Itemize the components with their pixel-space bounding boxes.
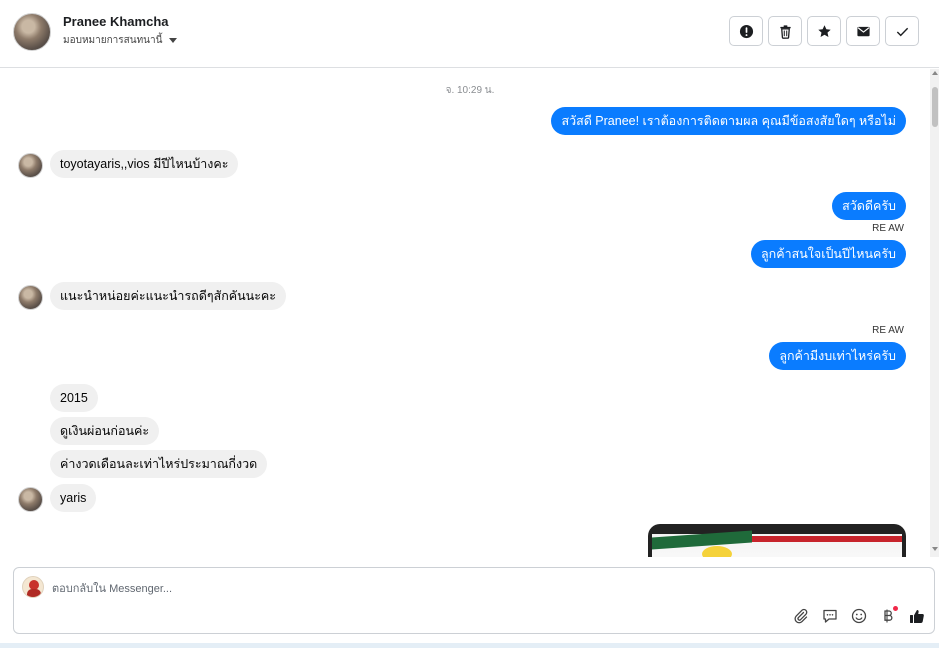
bottom-edge (0, 643, 939, 648)
trash-icon (779, 24, 791, 39)
incoming-message[interactable]: toyotayaris,,vios มีปีไหนบ้างคะ (50, 150, 239, 178)
star-button[interactable] (807, 16, 841, 46)
sender-label: RE AW (872, 223, 904, 234)
contact-avatar-small[interactable] (18, 487, 43, 512)
like-button[interactable] (908, 607, 926, 625)
assign-label: มอบหมายการสนทนานี้ (63, 35, 163, 46)
outgoing-message[interactable]: สวัดดีครับ (832, 192, 906, 220)
message-thread[interactable]: จ. 10:29 น. สวัสดี Pranee! เราต้องการติด… (0, 69, 930, 557)
thumbs-up-icon (910, 610, 924, 623)
image-attachment[interactable] (648, 524, 906, 557)
attachment-graphic (702, 546, 732, 557)
contact-avatar-small[interactable] (18, 285, 43, 310)
incoming-message[interactable]: yaris (50, 484, 97, 512)
attachment-graphic (752, 536, 902, 542)
outgoing-message[interactable]: ลูกค้ามีงบเท่าไหร่ครับ (769, 342, 906, 370)
scroll-up-arrow[interactable] (932, 71, 938, 75)
payment-button[interactable] (879, 606, 898, 625)
header-actions (729, 16, 919, 46)
contact-name[interactable]: Pranee Khamcha (63, 14, 169, 29)
assign-conversation-dropdown[interactable]: มอบหมายการสนทนานี้ (63, 33, 178, 48)
notification-dot (893, 606, 898, 611)
emoji-button[interactable] (850, 607, 868, 625)
incoming-message[interactable]: ค่างวดเดือนละเท่าไหร่ประมาณกี่งวด (50, 450, 268, 478)
incoming-message[interactable]: ดูเงินผ่อนก่อนค่ะ (50, 417, 160, 445)
outgoing-message[interactable]: สวัสดี Pranee! เราต้องการติดตามผล คุณมีข… (551, 107, 906, 135)
message-timestamp: จ. 10:29 น. (445, 85, 495, 96)
mark-done-button[interactable] (885, 16, 919, 46)
delete-button[interactable] (768, 16, 802, 46)
contact-avatar-small[interactable] (18, 153, 43, 178)
composer-toolbar (792, 606, 926, 625)
scroll-down-arrow[interactable] (932, 547, 938, 551)
thread-scrollbar[interactable] (930, 69, 939, 557)
reply-input[interactable] (52, 581, 852, 597)
attachment-graphic (652, 530, 752, 550)
contact-avatar[interactable] (13, 13, 51, 51)
outgoing-message[interactable]: ลูกค้าสนใจเป็นปีไหนครับ (751, 240, 906, 268)
page-avatar-graphic (27, 589, 41, 597)
sender-label: RE AW (872, 325, 904, 336)
paperclip-icon (794, 608, 808, 624)
incoming-message[interactable]: แนะนำหน่อยค่ะแนะนำรถดีๆสักคันนะคะ (50, 282, 287, 310)
smiley-icon (851, 608, 867, 624)
check-icon (896, 27, 908, 36)
envelope-icon (856, 26, 870, 36)
chat-bubble-icon (823, 609, 837, 623)
report-button[interactable] (729, 16, 763, 46)
incoming-message[interactable]: 2015 (50, 384, 98, 412)
scroll-thumb[interactable] (932, 87, 938, 127)
page-avatar (22, 576, 44, 598)
star-icon (817, 24, 831, 37)
caret-down-icon (169, 38, 178, 43)
conversation-header: Pranee Khamcha มอบหมายการสนทนานี้ (0, 0, 939, 68)
attachment-preview (652, 530, 902, 557)
mark-unread-button[interactable] (846, 16, 880, 46)
alert-circle-icon (739, 24, 753, 38)
attach-button[interactable] (792, 607, 810, 625)
saved-replies-button[interactable] (821, 607, 839, 625)
reply-composer (13, 567, 935, 634)
